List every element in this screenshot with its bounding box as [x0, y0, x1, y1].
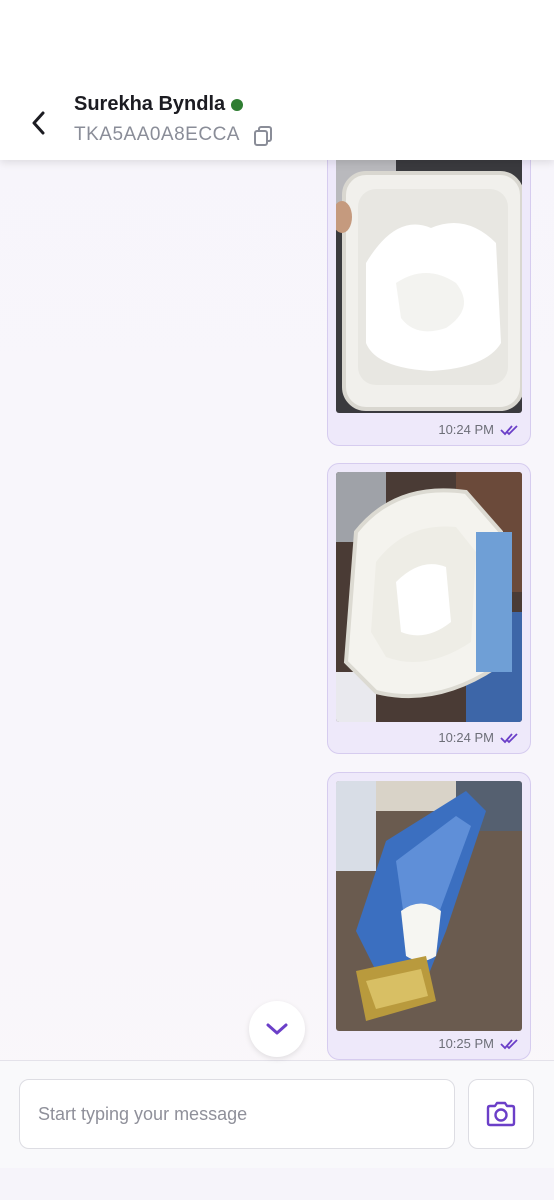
- camera-button[interactable]: [468, 1079, 534, 1149]
- message-composer: [0, 1060, 554, 1169]
- message-bubble[interactable]: 10:25 PM: [327, 772, 531, 1060]
- message-image[interactable]: [336, 472, 522, 722]
- camera-icon: [486, 1101, 516, 1127]
- message-image[interactable]: [336, 160, 522, 413]
- chevron-down-icon: [266, 1023, 288, 1035]
- back-button[interactable]: [22, 106, 56, 140]
- message-time: 10:24 PM: [438, 730, 494, 745]
- scroll-to-bottom-button[interactable]: [249, 1001, 305, 1057]
- bottom-safe-area: [0, 1168, 554, 1200]
- message-image[interactable]: [336, 781, 522, 1031]
- message-time: 10:24 PM: [438, 422, 494, 437]
- message-meta: 10:24 PM: [438, 422, 520, 437]
- back-arrow-icon: [32, 111, 45, 135]
- message-bubble[interactable]: 10:24 PM: [327, 160, 531, 446]
- message-time: 10:25 PM: [438, 1036, 494, 1051]
- double-check-icon: [500, 424, 518, 435]
- message-list[interactable]: 10:24 PM 10:24 PM 10:25 PM: [0, 160, 554, 1060]
- copy-icon[interactable]: [252, 124, 274, 146]
- message-input[interactable]: [19, 1079, 455, 1149]
- double-check-icon: [500, 732, 518, 743]
- message-meta: 10:25 PM: [438, 1036, 520, 1051]
- chat-header: Surekha Byndla TKA5AA0A8ECCA: [0, 0, 554, 160]
- online-status-indicator: [231, 99, 243, 111]
- message-meta: 10:24 PM: [438, 730, 520, 745]
- double-check-icon: [500, 1038, 518, 1049]
- contact-id: TKA5AA0A8ECCA: [74, 124, 240, 145]
- message-bubble[interactable]: 10:24 PM: [327, 463, 531, 754]
- contact-name: Surekha Byndla: [74, 93, 226, 115]
